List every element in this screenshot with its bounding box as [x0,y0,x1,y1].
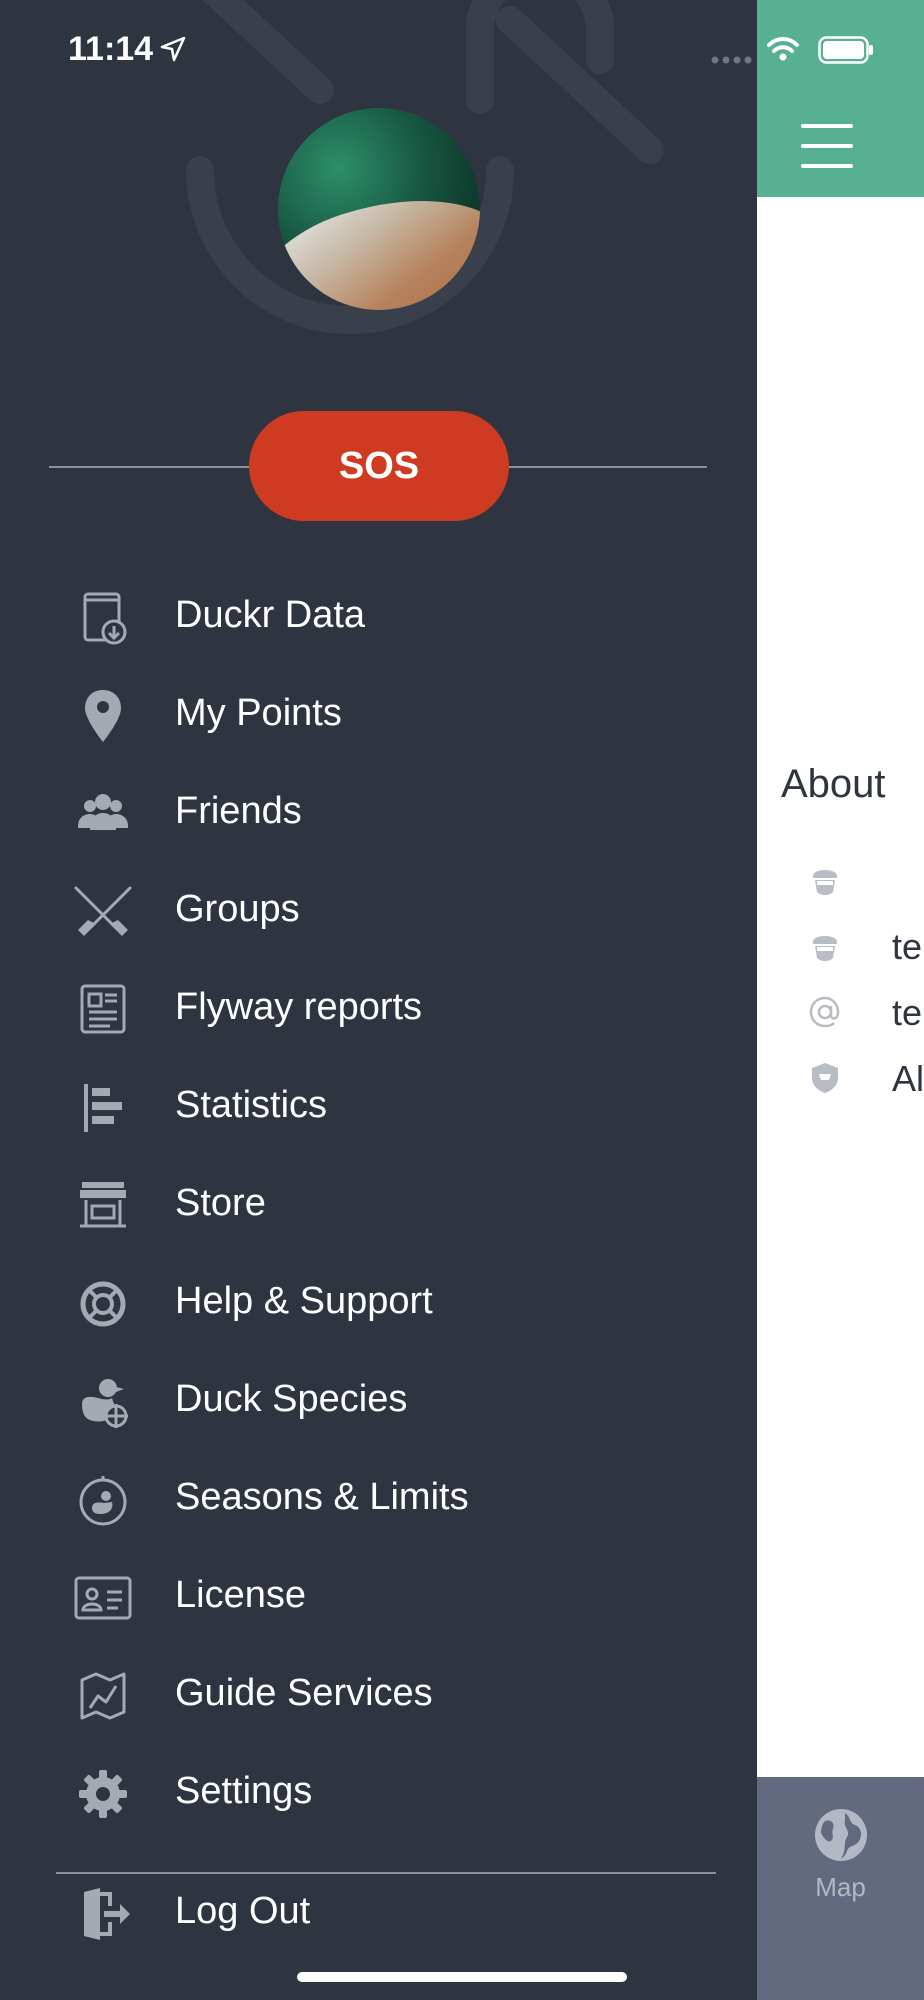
menu-item-help-support[interactable]: Help & Support [0,1254,757,1352]
profile-avatar[interactable] [278,108,480,310]
tab-map[interactable]: Map [757,1807,924,1917]
menu-item-label: Groups [175,888,300,930]
about-row-text: te [892,992,923,1033]
map-route-icon [80,1672,126,1720]
bar-chart-icon [84,1084,122,1132]
duck-timer-icon [79,1476,127,1526]
menu-item-label: Flyway reports [175,986,423,1028]
globe-icon [814,1809,867,1861]
menu-item-label: License [175,1574,306,1616]
about-row-3: te [757,986,924,1038]
id-card-icon [74,1576,132,1620]
about-row-2: te [757,920,924,972]
menu-item-label: Store [175,1182,266,1224]
at-icon [809,996,840,1028]
menu-item-guide-services[interactable]: Guide Services [0,1646,757,1744]
sos-divider-left [49,466,251,468]
menu-item-settings[interactable]: Settings [0,1744,757,1842]
menu-item-friends[interactable]: Friends [0,764,757,862]
logout-button[interactable]: Log Out [0,1864,757,1962]
lifebuoy-icon [80,1281,126,1327]
menu-item-groups[interactable]: Groups [0,862,757,960]
hunter-icon [813,936,837,961]
about-row-1 [757,854,924,906]
about-row-4: Al [757,1052,924,1104]
menu-item-label: My Points [175,692,342,734]
about-heading: About [781,762,886,806]
menu-item-label: Statistics [175,1084,328,1126]
shield-icon [812,1063,838,1093]
menu-item-duckr-data[interactable]: Duckr Data [0,568,757,666]
home-indicator [297,1972,627,1982]
sos-divider-right [507,466,707,468]
menu-item-license[interactable]: License [0,1548,757,1646]
logout-label: Log Out [175,1890,311,1932]
about-row-text: te [892,926,923,967]
menu-item-label: Duck Species [175,1378,408,1420]
menu-item-my-points[interactable]: My Points [0,666,757,764]
app-header [757,0,924,197]
menu-item-label: Settings [175,1770,313,1812]
menu-item-label: Friends [175,790,302,832]
map-pin-icon [85,690,121,742]
menu-item-seasons-limits[interactable]: Seasons & Limits [0,1450,757,1548]
menu-item-flyway-reports[interactable]: Flyway reports [0,960,757,1058]
menu-item-label: Help & Support [175,1280,433,1322]
tab-map-label: Map [815,1872,866,1902]
hunter-icon [813,870,837,895]
newspaper-icon [80,984,126,1034]
crossed-shotguns-icon [74,886,132,936]
hamburger-menu-button[interactable] [801,124,853,168]
menu-item-store[interactable]: Store [0,1156,757,1254]
bottom-tab-bar: Map [757,1777,924,2000]
duck-target-icon [82,1379,128,1428]
about-row-text: Al [892,1058,924,1099]
main-content-peek: About te te Al Map [757,0,924,2000]
menu-item-duck-species[interactable]: Duck Species [0,1352,757,1450]
side-drawer: SOS Duckr Data My Points Friends Groups … [0,0,757,2000]
gear-icon [79,1770,127,1818]
menu-item-label: Duckr Data [175,594,366,636]
download-book-icon [83,592,127,645]
logout-door-icon [84,1888,130,1940]
store-icon [80,1182,126,1228]
sos-button[interactable]: SOS [249,411,509,521]
friends-icon [78,794,128,830]
menu-item-label: Guide Services [175,1672,433,1714]
menu-item-statistics[interactable]: Statistics [0,1058,757,1156]
menu-item-label: Seasons & Limits [175,1476,469,1518]
